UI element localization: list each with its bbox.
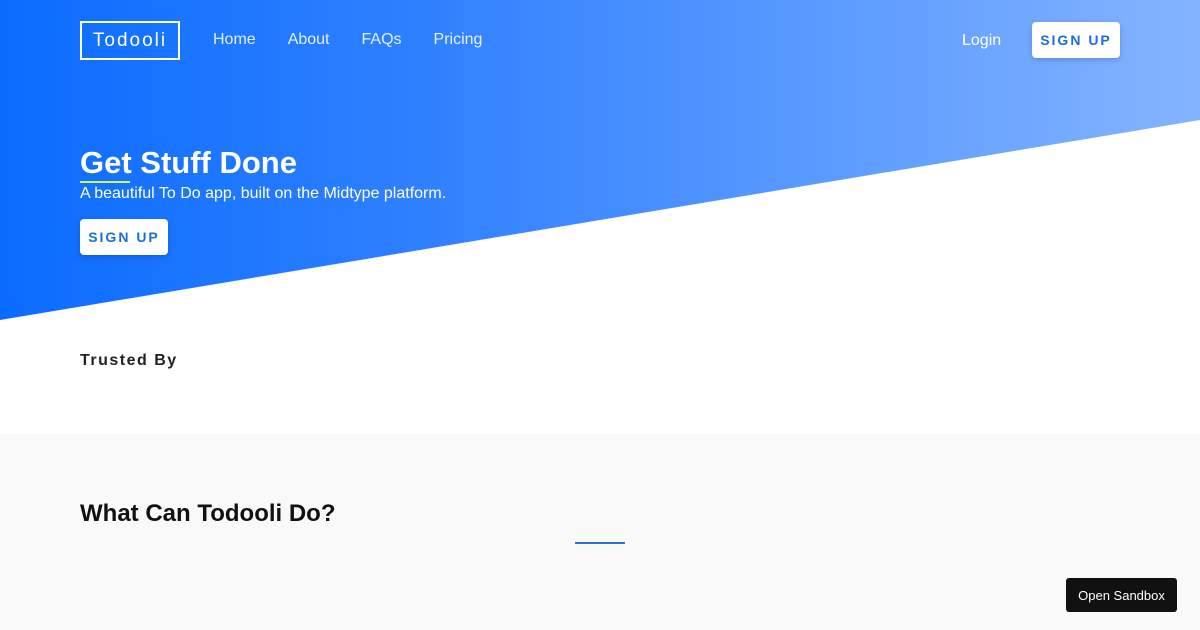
logo[interactable]: Todooli <box>80 21 180 60</box>
features-section: What Can Todooli Do? <box>0 434 1200 630</box>
trusted-by-heading: Trusted By <box>80 352 178 369</box>
features-divider <box>575 542 625 544</box>
open-sandbox-button[interactable]: Open Sandbox <box>1066 578 1177 612</box>
login-link[interactable]: Login <box>962 32 1001 50</box>
hero-title: Get Stuff Done <box>80 145 297 180</box>
nav-link-faqs[interactable]: FAQs <box>362 31 402 49</box>
nav-links: Home About FAQs Pricing <box>213 31 514 49</box>
features-heading: What Can Todooli Do? <box>80 500 336 527</box>
hero-title-underline <box>80 181 130 183</box>
hero-signup-button[interactable]: SIGN UP <box>80 219 168 255</box>
nav-link-home[interactable]: Home <box>213 31 256 49</box>
nav-link-pricing[interactable]: Pricing <box>434 31 483 49</box>
landing-page: Todooli Home About FAQs Pricing Login SI… <box>0 0 1200 630</box>
nav-signup-button[interactable]: SIGN UP <box>1032 22 1120 58</box>
navbar: Todooli Home About FAQs Pricing Login SI… <box>0 0 1200 80</box>
hero-subtitle: A beautiful To Do app, built on the Midt… <box>80 185 447 202</box>
nav-link-about[interactable]: About <box>288 31 330 49</box>
